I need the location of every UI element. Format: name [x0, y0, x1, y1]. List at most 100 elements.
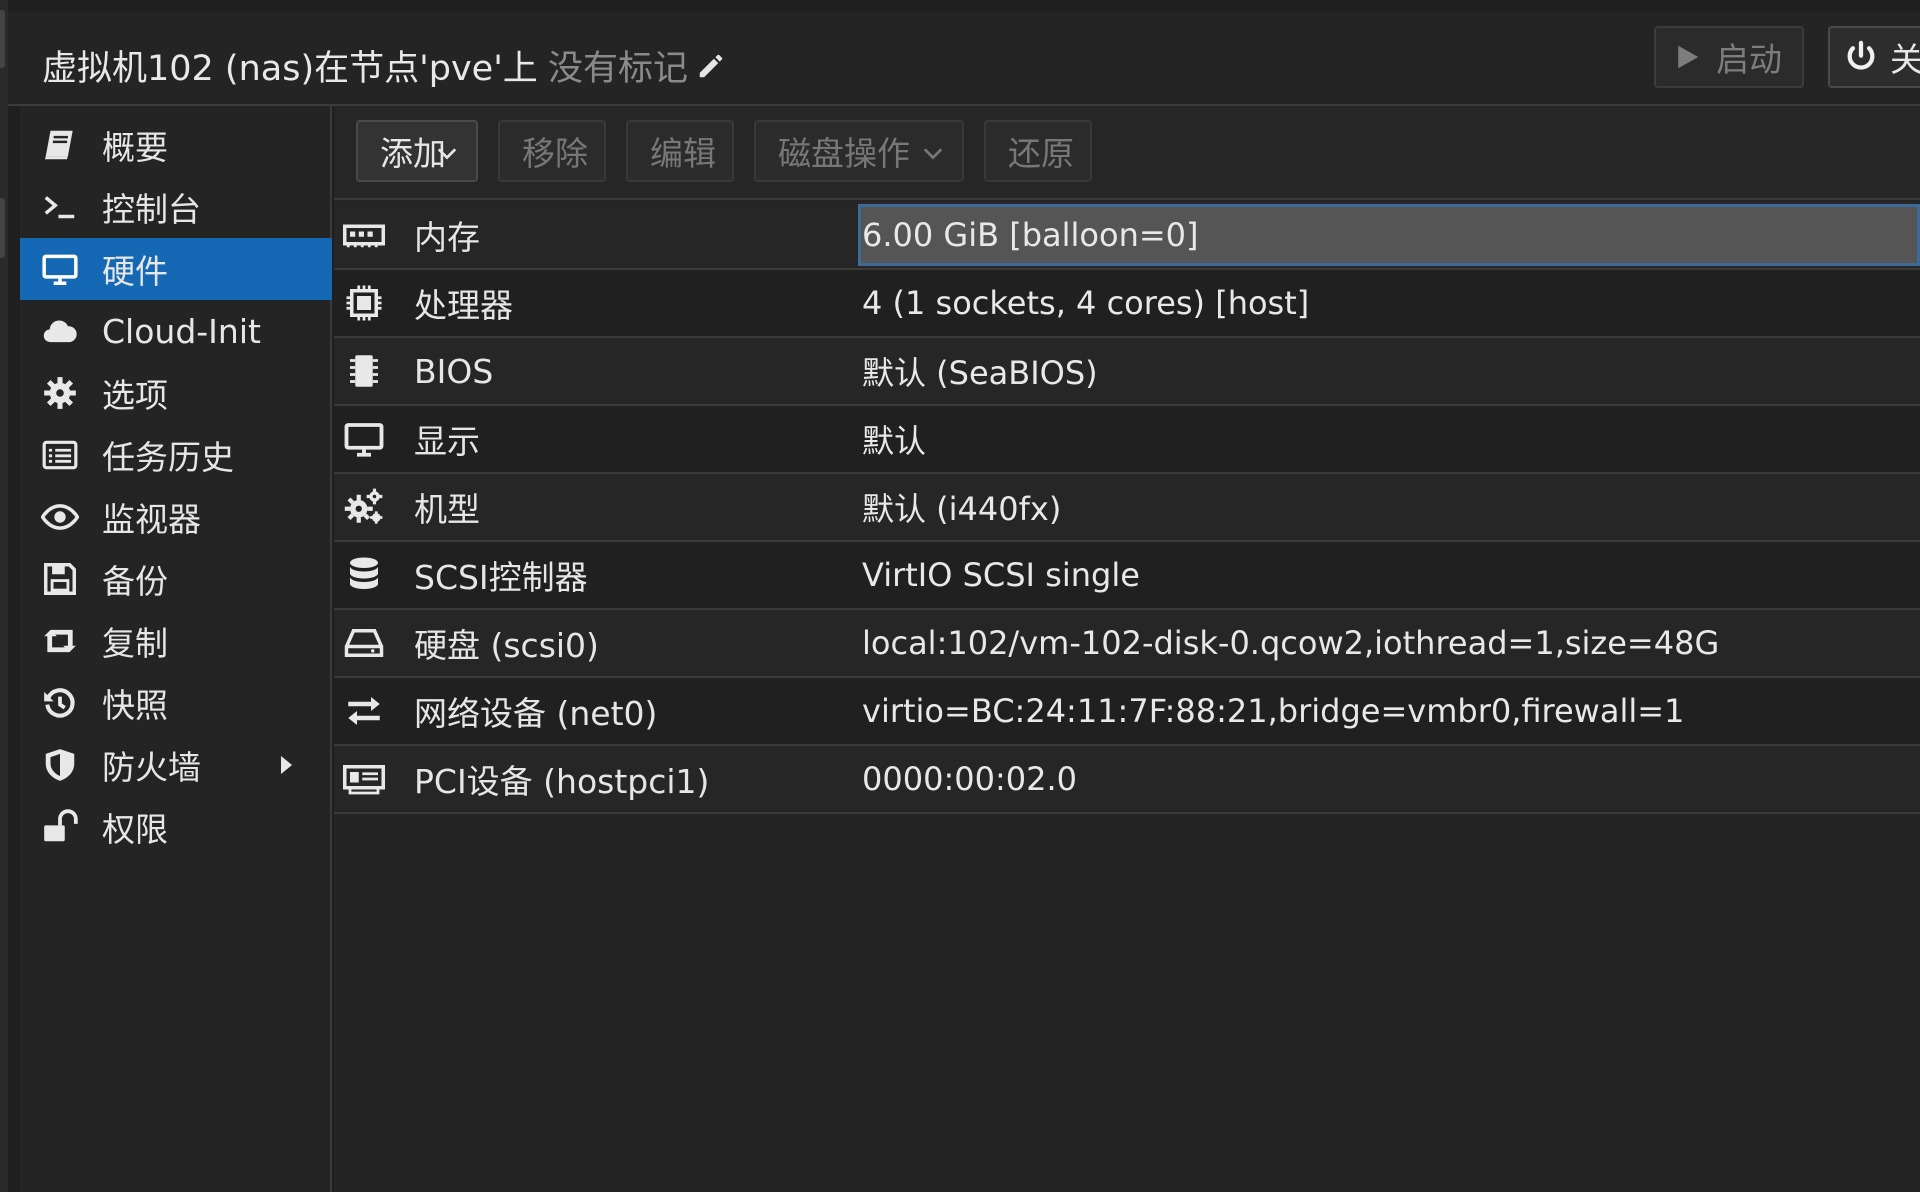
cloud-icon [40, 311, 80, 351]
edit-button[interactable]: 编辑 [626, 120, 734, 182]
table-row-memory[interactable]: 内存 6.00 GiB [balloon=0] [334, 202, 1920, 270]
hdd-icon [342, 621, 386, 665]
desktop-icon [40, 249, 80, 289]
power-icon [1847, 40, 1875, 70]
row-value: local:102/vm-102-disk-0.qcow2,iothread=1… [862, 624, 1720, 662]
add-button[interactable]: 添加 [356, 120, 478, 182]
disk-action-button[interactable]: 磁盘操作 [754, 120, 964, 182]
shutdown-label: 关 [1890, 40, 1920, 79]
sidebar-item-label: 权限 [102, 810, 168, 849]
shield-icon [40, 745, 80, 785]
floppy-icon [40, 559, 80, 599]
sidebar-item-label: 备份 [102, 562, 168, 601]
hardware-panel: 添加 移除 编辑 磁盘操作 还原 内存 6.00 GiB [balloon=0]… [334, 106, 1920, 1192]
start-button[interactable]: 启动 [1654, 26, 1804, 88]
sidebar-item-options[interactable]: 选项 [20, 362, 332, 424]
table-row-machine[interactable]: 机型 默认 (i440fx) [334, 474, 1920, 542]
row-name: 内存 [414, 218, 480, 257]
sidebar-item-replication[interactable]: 复制 [20, 610, 332, 672]
table-row-bios[interactable]: BIOS 默认 (SeaBIOS) [334, 338, 1920, 406]
retweet-icon [40, 621, 80, 661]
sidebar-item-label: 监视器 [102, 500, 201, 539]
sidebar-item-console[interactable]: 控制台 [20, 176, 332, 238]
hardware-table: 内存 6.00 GiB [balloon=0] 处理器 4 (1 sockets… [334, 202, 1920, 814]
table-row-pci-device[interactable]: PCI设备 (hostpci1) 0000:00:02.0 [334, 746, 1920, 814]
remove-button[interactable]: 移除 [498, 120, 606, 182]
sidebar-item-label: 防火墙 [102, 748, 201, 787]
eye-icon [40, 497, 80, 537]
sidebar-item-label: 硬件 [102, 252, 168, 291]
table-row-network-device[interactable]: 网络设备 (net0) virtio=BC:24:11:7F:88:21,bri… [334, 678, 1920, 746]
caret-right-icon[interactable] [274, 751, 298, 779]
start-label: 启动 [1716, 40, 1782, 79]
history-icon [40, 683, 80, 723]
revert-label: 还原 [1008, 134, 1074, 173]
left-panel-edge [0, 0, 8, 1192]
table-row-display[interactable]: 显示 默认 [334, 406, 1920, 474]
row-name: BIOS [414, 351, 494, 391]
sidebar-item-label: 选项 [102, 376, 168, 415]
page-header: 虚拟机102 (nas)在节点'pve'上 没有标记 启动 关 [8, 12, 1920, 106]
list-icon [40, 435, 80, 475]
book-icon [40, 125, 80, 165]
shutdown-button[interactable]: 关 [1828, 26, 1920, 88]
remove-label: 移除 [522, 134, 588, 173]
sidebar-item-task-history[interactable]: 任务历史 [20, 424, 332, 486]
gear-icon [40, 373, 80, 413]
sidebar-item-cloud-init[interactable]: Cloud-Init [20, 300, 332, 362]
table-row-hard-disk[interactable]: 硬盘 (scsi0) local:102/vm-102-disk-0.qcow2… [334, 610, 1920, 678]
row-name: PCI设备 (hostpci1) [414, 762, 710, 801]
sidebar-item-backup[interactable]: 备份 [20, 548, 332, 610]
exchange-icon [342, 689, 386, 733]
microchip-icon [342, 349, 386, 393]
row-value: 默认 (i440fx) [862, 490, 1062, 528]
revert-button[interactable]: 还原 [984, 120, 1092, 182]
pencil-icon[interactable] [696, 51, 726, 81]
sidebar-item-label: 复制 [102, 624, 168, 663]
disk-action-label: 磁盘操作 [778, 134, 910, 173]
tags-editor[interactable]: 没有标记 [548, 40, 726, 91]
sidebar-item-summary[interactable]: 概要 [20, 114, 332, 176]
sidebar-item-label: Cloud-Init [102, 311, 261, 351]
unlock-icon [40, 807, 80, 847]
sidebar-item-firewall[interactable]: 防火墙 [20, 734, 332, 796]
row-value: 0000:00:02.0 [862, 760, 1077, 798]
row-name: 硬盘 (scsi0) [414, 626, 599, 665]
sidebar-item-label: 控制台 [102, 190, 201, 229]
edit-label: 编辑 [650, 134, 716, 173]
row-name: SCSI控制器 [414, 558, 588, 597]
play-icon [1678, 45, 1699, 69]
terminal-icon [40, 187, 80, 227]
collapse-handle[interactable] [0, 10, 5, 68]
resize-handle[interactable] [0, 198, 5, 258]
database-icon [342, 553, 386, 597]
pci-card-icon [342, 757, 386, 801]
table-row-scsi-controller[interactable]: SCSI控制器 VirtIO SCSI single [334, 542, 1920, 610]
cogs-icon [342, 485, 386, 529]
memory-icon [342, 213, 386, 257]
table-row-processor[interactable]: 处理器 4 (1 sockets, 4 cores) [host] [334, 270, 1920, 338]
row-name: 处理器 [414, 286, 513, 325]
sidebar-item-monitor[interactable]: 监视器 [20, 486, 332, 548]
sidebar-item-hardware[interactable]: 硬件 [20, 238, 332, 300]
sidebar-item-snapshots[interactable]: 快照 [20, 672, 332, 734]
page-title: 虚拟机102 (nas)在节点'pve'上 [42, 49, 538, 89]
chevron-down-icon [437, 148, 457, 160]
row-value: 4 (1 sockets, 4 cores) [host] [862, 284, 1310, 322]
row-name: 显示 [414, 422, 480, 461]
toolbar: 添加 移除 编辑 磁盘操作 还原 [334, 106, 1920, 200]
vm-nav-sidebar: 概要 控制台 硬件 Cloud-Init 选项 任务历史 监视器 备份 复制 快… [20, 106, 332, 1192]
row-value: 默认 [862, 422, 927, 460]
row-name: 机型 [414, 490, 480, 529]
sidebar-item-label: 任务历史 [102, 438, 234, 477]
row-value: virtio=BC:24:11:7F:88:21,bridge=vmbr0,fi… [862, 692, 1685, 730]
sidebar-item-label: 概要 [102, 128, 168, 167]
cpu-icon [342, 281, 386, 325]
app-window: 虚拟机102 (nas)在节点'pve'上 没有标记 启动 关 概要 控制台 硬… [0, 0, 1920, 1192]
tags-label: 没有标记 [548, 49, 689, 89]
sidebar-item-permissions[interactable]: 权限 [20, 796, 332, 858]
row-value: 6.00 GiB [balloon=0] [862, 216, 1199, 254]
desktop-icon [342, 417, 386, 461]
chevron-down-icon [923, 148, 943, 160]
row-value: VirtIO SCSI single [862, 556, 1140, 594]
